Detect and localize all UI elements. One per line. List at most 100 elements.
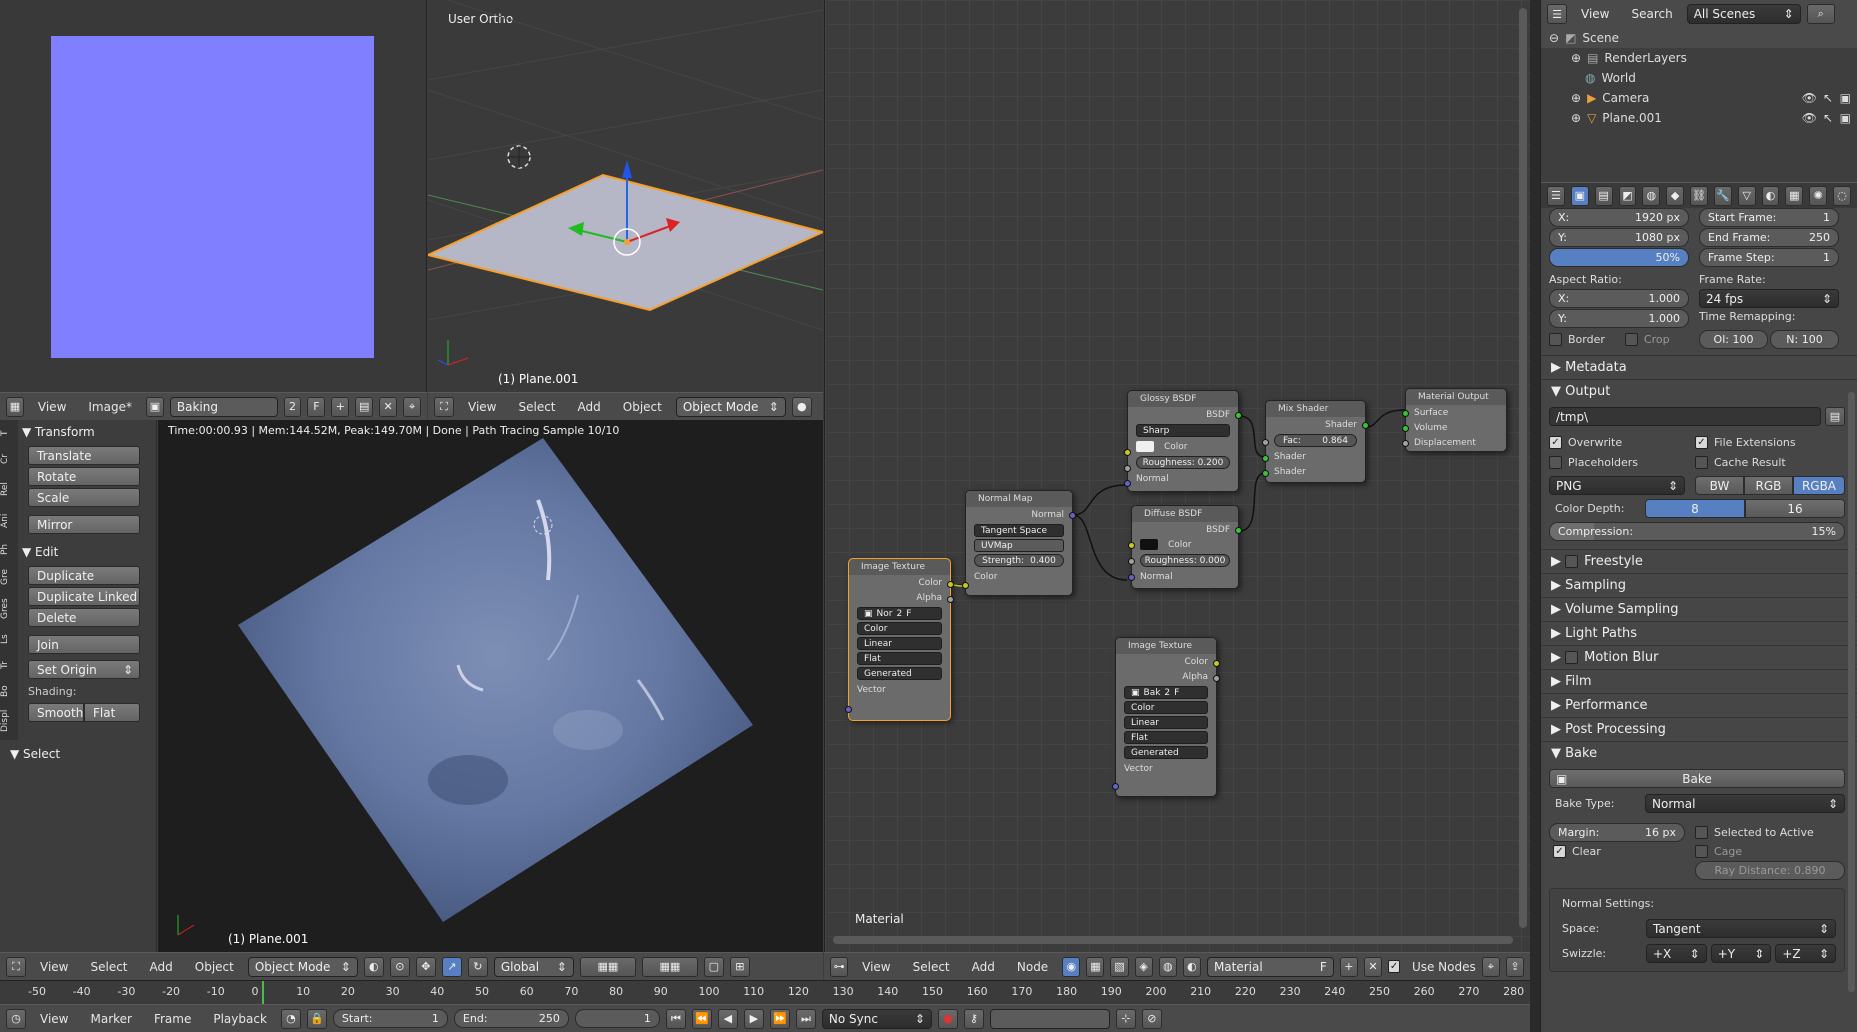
socket-roughness-in[interactable] xyxy=(1124,465,1131,472)
socket-color-out[interactable] xyxy=(947,581,954,588)
node-glossy-bsdf[interactable]: Glossy BSDF BSDF Sharp Color Roughness: … xyxy=(1124,390,1242,492)
scale-button[interactable]: Scale xyxy=(28,488,140,507)
compositing-type-icon[interactable]: ▧ xyxy=(1110,956,1129,977)
eye-icon[interactable]: 👁 xyxy=(1802,91,1817,105)
physics-tab-icon[interactable]: ◌ xyxy=(1833,185,1851,206)
eye-icon[interactable]: 👁 xyxy=(1802,111,1817,125)
tab-animation[interactable]: Ani xyxy=(0,506,10,536)
editor-type-icon[interactable]: ⛶ xyxy=(434,396,454,417)
cursor-icon[interactable]: ↖ xyxy=(1823,91,1833,105)
socket-fac-in[interactable] xyxy=(1262,439,1269,446)
insert-keyframe-icon[interactable]: ⊹ xyxy=(1115,1008,1136,1029)
overwrite-checkbox[interactable]: ✓ xyxy=(1549,435,1562,449)
properties-scrollbar[interactable] xyxy=(1848,392,1855,992)
shader-type-icon[interactable]: ◉ xyxy=(1062,956,1081,977)
socket-roughness-in[interactable] xyxy=(1128,558,1135,565)
socket-color-out[interactable] xyxy=(1213,660,1220,667)
expand-icon[interactable]: ⊕ xyxy=(1571,111,1581,125)
delete-button[interactable]: Delete xyxy=(28,608,140,627)
margin-field[interactable]: Margin: 16 px xyxy=(1549,823,1685,842)
editor-type-icon[interactable]: ☰ xyxy=(1547,185,1565,206)
jump-keyframe-forward-icon[interactable]: ⏩ xyxy=(769,1008,790,1029)
swizzle-y-select[interactable]: +Y ⇕ xyxy=(1710,944,1772,963)
editor-type-icon[interactable]: ▦ xyxy=(6,396,24,417)
strength-field[interactable]: Strength: 0.400 xyxy=(974,554,1064,567)
placeholders-checkbox[interactable] xyxy=(1549,455,1562,469)
image-select[interactable]: ▣ Bak 2 F xyxy=(1124,686,1208,699)
cage-checkbox[interactable] xyxy=(1695,845,1708,858)
jump-end-icon[interactable]: ⏭ xyxy=(795,1008,816,1029)
sampling-panel-header[interactable]: ▶ Sampling xyxy=(1541,573,1857,597)
menu-marker[interactable]: Marker xyxy=(82,1012,139,1026)
render-icon[interactable]: ▣ xyxy=(1840,91,1851,105)
end-frame-field[interactable]: End: 250 xyxy=(453,1009,569,1028)
lock-icon[interactable]: ▢ xyxy=(703,956,724,977)
viewport-top[interactable]: User Ortho (1) Plane.001 xyxy=(428,0,823,392)
editor-type-icon[interactable]: ⊶ xyxy=(830,956,849,977)
duplicate-button[interactable]: Duplicate xyxy=(28,566,140,585)
folder-icon[interactable]: ▤ xyxy=(1825,407,1845,426)
socket-alpha-out[interactable] xyxy=(947,596,954,603)
particles-tab-icon[interactable]: ✺ xyxy=(1809,185,1828,206)
remap-old-field[interactable]: Ol: 100 xyxy=(1699,330,1768,349)
select-panel-header[interactable]: ▼ Select xyxy=(10,742,60,766)
interpolation-select[interactable]: Linear xyxy=(1124,716,1208,729)
tab-tools[interactable]: T xyxy=(0,420,10,446)
cache-result-checkbox[interactable] xyxy=(1695,455,1708,469)
lock-icon[interactable]: 🔒 xyxy=(306,1008,327,1029)
current-frame-indicator[interactable] xyxy=(262,981,264,1005)
outliner-item-renderlayers[interactable]: ⊕ ▤ RenderLayers xyxy=(1541,48,1857,68)
menu-frame[interactable]: Frame xyxy=(146,1012,199,1026)
border-checkbox[interactable] xyxy=(1549,333,1562,346)
render-icon[interactable]: ▣ xyxy=(1840,111,1851,125)
node-image-texture-1[interactable]: Image Texture Color Alpha ▣ Nor 2 F Color L… xyxy=(845,558,954,721)
menu-add[interactable]: Add xyxy=(570,400,609,414)
translate-manipulator-icon[interactable]: ↗ xyxy=(441,956,462,977)
texture-tab-icon[interactable]: ▦ xyxy=(1785,185,1804,206)
selected-to-active-checkbox[interactable] xyxy=(1695,826,1708,839)
outliner-item-scene[interactable]: ⊖ ◩ Scene xyxy=(1541,28,1857,48)
tab-ls[interactable]: Ls xyxy=(0,626,10,652)
mirror-button[interactable]: Mirror xyxy=(28,515,140,534)
tab-display[interactable]: Displ xyxy=(0,704,10,738)
bw-button[interactable]: BW xyxy=(1695,476,1744,495)
space-select[interactable]: Tangent Space xyxy=(974,524,1064,537)
socket-color-in[interactable] xyxy=(962,582,969,589)
normal-space-select[interactable]: Tangent ⇕ xyxy=(1646,919,1836,938)
menu-object[interactable]: Object xyxy=(615,400,670,414)
set-origin-dropdown[interactable]: Set Origin ⇕ xyxy=(28,660,140,679)
tab-tr[interactable]: Tr xyxy=(0,652,10,678)
node-vertical-scrollbar[interactable] xyxy=(1519,8,1527,928)
current-frame-field[interactable]: 1 xyxy=(574,1009,660,1028)
color-space-select[interactable]: Color xyxy=(1124,701,1208,714)
metadata-panel-header[interactable]: ▶ Metadata xyxy=(1541,355,1857,379)
freestyle-panel-header[interactable]: ▶ Freestyle xyxy=(1541,549,1857,573)
flat-button[interactable]: Flat xyxy=(84,703,140,722)
pivot-point-icon[interactable]: ⊙ xyxy=(389,956,410,977)
socket-shader1-in[interactable] xyxy=(1262,455,1269,462)
socket-shader-out[interactable] xyxy=(1362,422,1369,429)
menu-view[interactable]: View xyxy=(32,1012,76,1026)
tab-grease[interactable]: Gre xyxy=(0,562,10,592)
tab-relations[interactable]: Rel xyxy=(0,472,10,506)
delete-keyframe-icon[interactable]: ⊘ xyxy=(1141,1008,1162,1029)
rotate-manipulator-icon[interactable]: ↻ xyxy=(467,956,488,977)
light-paths-panel-header[interactable]: ▶ Light Paths xyxy=(1541,621,1857,645)
bake-button[interactable]: ▣ Bake xyxy=(1549,769,1845,788)
node-material-output[interactable]: Material Output Surface Volume Displacem… xyxy=(1402,388,1507,452)
bake-type-select[interactable]: Normal ⇕ xyxy=(1645,794,1845,813)
menu-view[interactable]: View xyxy=(1573,7,1617,21)
projection-select[interactable]: Flat xyxy=(1124,731,1208,744)
menu-playback[interactable]: Playback xyxy=(205,1012,275,1026)
layers2-icon[interactable]: ▦▦ xyxy=(641,956,698,977)
output-path-field[interactable]: /tmp\ xyxy=(1549,407,1821,426)
depth-16-button[interactable]: 16 xyxy=(1745,499,1845,518)
cursor-icon[interactable]: ↖ xyxy=(1823,111,1833,125)
socket-bsdf-out[interactable] xyxy=(1235,412,1242,419)
tab-grease-pencil[interactable]: Gres xyxy=(0,592,10,626)
clear-checkbox[interactable]: ✓ xyxy=(1553,845,1566,858)
socket-normal-in[interactable] xyxy=(1124,480,1131,487)
material-select[interactable]: Material F xyxy=(1206,956,1334,977)
scene-tab-icon[interactable]: ◩ xyxy=(1618,185,1637,206)
material-tab-icon[interactable]: ◐ xyxy=(1761,185,1780,206)
